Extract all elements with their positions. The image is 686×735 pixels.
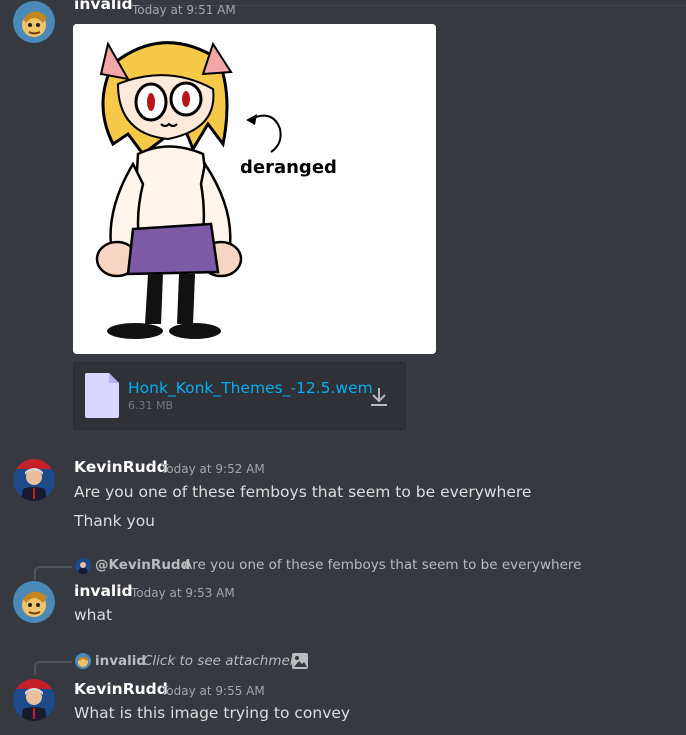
message-text: Are you one of these femboys that seem t… [74,483,532,501]
file-name-link[interactable]: Honk_Konk_Themes_-12.5.wem [128,379,373,397]
message-author[interactable]: KevinRudd [74,458,168,476]
file-attachment[interactable]: Honk_Konk_Themes_-12.5.wem 6.31 MB [73,362,406,430]
file-size: 6.31 MB [128,399,174,412]
message-author[interactable]: KevinRudd [74,680,168,698]
message-author[interactable]: invalid [74,0,133,13]
avatar-invalid[interactable] [13,581,55,623]
message-text: Thank you [74,512,155,530]
reply-avatar[interactable] [75,558,91,574]
message-author[interactable]: invalid [74,582,133,600]
reply-author[interactable]: invalid [95,653,146,669]
avatar-kevinrudd[interactable] [13,459,55,501]
message-timestamp: Today at 9:55 AM [161,684,265,698]
message-timestamp: Today at 9:53 AM [131,586,235,600]
message-text: what [74,606,113,624]
file-icon [85,373,119,418]
image-caption: deranged [240,157,337,178]
image-icon [292,653,308,669]
message-timestamp: Today at 9:51 AM [132,3,236,17]
message-timestamp: Today at 9:52 AM [161,462,265,476]
reply-spine [34,661,72,675]
avatar-kevinrudd[interactable] [13,679,55,721]
reply-spine [34,566,72,580]
avatar-invalid[interactable] [13,1,55,43]
reply-preview-text[interactable]: Are you one of these femboys that seem t… [183,557,581,573]
image-attachment[interactable]: deranged [73,24,436,354]
reply-author[interactable]: @KevinRudd [95,557,190,573]
reply-avatar[interactable] [75,653,91,669]
download-icon[interactable] [368,386,390,408]
reply-preview-text[interactable]: Click to see attachment [143,653,304,669]
message-text: What is this image trying to convey [74,704,351,722]
